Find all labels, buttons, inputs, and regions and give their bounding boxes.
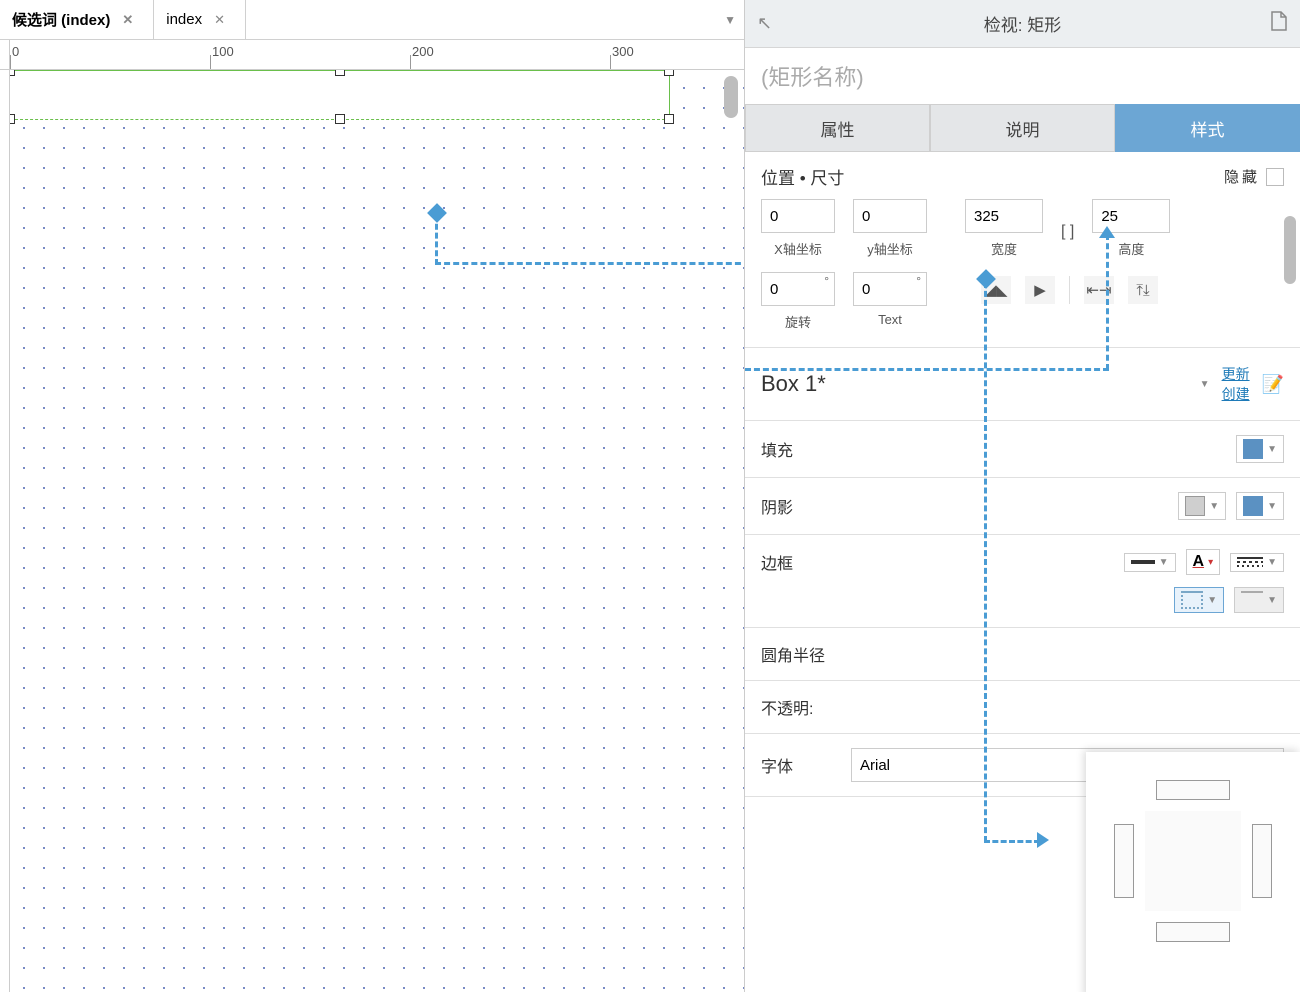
shadow-color-dropdown[interactable]: ▼ <box>1236 492 1284 520</box>
color-swatch-icon <box>1243 496 1263 516</box>
close-icon[interactable]: ✕ <box>214 12 225 28</box>
tab-properties[interactable]: 属性 <box>745 104 930 152</box>
edit-icon[interactable]: 📝 <box>1262 374 1284 395</box>
radius-left-input[interactable] <box>1114 824 1134 898</box>
fill-color-dropdown[interactable]: ▼ <box>1236 435 1284 463</box>
radius-right-input[interactable] <box>1252 824 1272 898</box>
border-sides-dropdown[interactable]: ▼ <box>1174 587 1224 613</box>
line-pattern-icon <box>1237 557 1263 567</box>
radius-preview <box>1145 811 1241 911</box>
width-input[interactable] <box>965 199 1043 233</box>
collapse-icon[interactable]: ↖ <box>757 13 772 34</box>
hide-toggle[interactable]: 隐藏 <box>1224 166 1284 187</box>
corner-radius-popup[interactable] <box>1086 752 1300 992</box>
inspector-vertical-scrollbar[interactable] <box>1284 216 1296 284</box>
annotation-leader <box>435 262 744 265</box>
tab-description[interactable]: 说明 <box>930 104 1115 152</box>
section-border: 边框 ▼ A▾ ▼ ▼ ▼ <box>745 535 1300 628</box>
horizontal-ruler: 0 100 200 300 <box>10 40 744 70</box>
section-style-name: Box 1* ▼ 更新 创建 📝 <box>745 348 1300 421</box>
line-thickness-icon <box>1131 560 1155 564</box>
tab-index[interactable]: index ✕ <box>154 0 246 39</box>
tab-label: 候选词 (index) <box>12 9 110 30</box>
update-style-link[interactable]: 更新 <box>1222 364 1250 384</box>
section-title: 位置 • 尺寸 <box>761 164 844 189</box>
shape-name-input[interactable]: (矩形名称) <box>745 48 1300 104</box>
section-position-size: 位置 • 尺寸 隐藏 X轴坐标 y轴坐标 宽度 <box>745 152 1300 348</box>
radius-bottom-input[interactable] <box>1156 922 1230 942</box>
lock-aspect-icon[interactable]: [ ] <box>1061 223 1074 241</box>
text-color-icon: A <box>1193 553 1205 571</box>
style-name-label: Box 1* <box>761 371 1188 397</box>
border-color-dropdown[interactable]: A▾ <box>1186 549 1221 575</box>
grid-dots <box>14 78 744 992</box>
section-corner-radius: 圆角半径 <box>745 628 1300 681</box>
annotation-leader <box>1106 234 1109 370</box>
vertical-ruler <box>0 70 10 992</box>
ruler-row: 0 100 200 300 <box>0 40 744 70</box>
canvas[interactable] <box>10 70 744 992</box>
annotation-arrow-icon <box>1037 832 1049 848</box>
fit-width-icon[interactable]: ⇤⇥ <box>1084 276 1114 304</box>
resize-handle[interactable] <box>335 70 345 76</box>
color-swatch-icon <box>1243 439 1263 459</box>
resize-handle[interactable] <box>664 114 674 124</box>
selected-shape-rectangle[interactable] <box>10 70 670 120</box>
tabs-overflow-menu[interactable]: ▼ <box>724 13 736 27</box>
border-select-icon <box>1181 591 1203 609</box>
canvas-vertical-scrollbar[interactable] <box>724 76 738 118</box>
create-style-link[interactable]: 创建 <box>1222 384 1250 404</box>
tab-label: index <box>166 11 202 28</box>
tab-style[interactable]: 样式 <box>1115 104 1300 152</box>
annotation-leader <box>435 215 438 265</box>
tab-candidates-index[interactable]: 候选词 (index) ✕ <box>0 0 154 39</box>
inspector-panel: ↖ 检视: 矩形 (矩形名称) 属性 说明 样式 位置 • 尺寸 隐藏 X轴坐 <box>745 0 1300 992</box>
canvas-panel: 候选词 (index) ✕ index ✕ ▼ 0 100 200 300 <box>0 0 745 992</box>
border-weight-dropdown[interactable]: ▼ <box>1124 553 1176 572</box>
resize-handle[interactable] <box>664 70 674 76</box>
fit-height-icon[interactable]: ⤒⤓ <box>1128 276 1158 304</box>
resize-handle[interactable] <box>335 114 345 124</box>
resize-handle[interactable] <box>10 114 15 124</box>
page-icon[interactable] <box>1270 11 1288 37</box>
radius-top-input[interactable] <box>1156 780 1230 800</box>
annotation-leader <box>984 282 987 842</box>
section-fill: 填充 ▼ <box>745 421 1300 478</box>
section-shadow: 阴影 ▼ ▼ <box>745 478 1300 535</box>
inspector-tabs: 属性 说明 样式 <box>745 104 1300 152</box>
border-position-dropdown[interactable]: ▼ <box>1234 587 1284 613</box>
checkbox-icon[interactable] <box>1266 168 1284 186</box>
section-opacity: 不透明: <box>745 681 1300 734</box>
resize-handle[interactable] <box>10 70 15 76</box>
annotation-leader <box>984 840 1040 843</box>
shadow-type-dropdown[interactable]: ▼ <box>1178 492 1226 520</box>
x-input[interactable] <box>761 199 835 233</box>
border-style-dropdown[interactable]: ▼ <box>1230 553 1284 572</box>
inspector-header: ↖ 检视: 矩形 <box>745 0 1300 48</box>
file-tabs-bar: 候选词 (index) ✕ index ✕ ▼ <box>0 0 744 40</box>
annotation-arrow-icon <box>1099 226 1115 238</box>
close-icon[interactable]: ✕ <box>122 12 133 28</box>
y-input[interactable] <box>853 199 927 233</box>
inspector-title: 检视: 矩形 <box>984 11 1061 36</box>
shadow-swatch-icon <box>1185 496 1205 516</box>
annotation-leader <box>745 368 1109 371</box>
chevron-down-icon[interactable]: ▼ <box>1200 379 1210 390</box>
flip-vertical-icon[interactable]: ▶ <box>1025 276 1055 304</box>
border-plain-icon <box>1241 591 1263 609</box>
